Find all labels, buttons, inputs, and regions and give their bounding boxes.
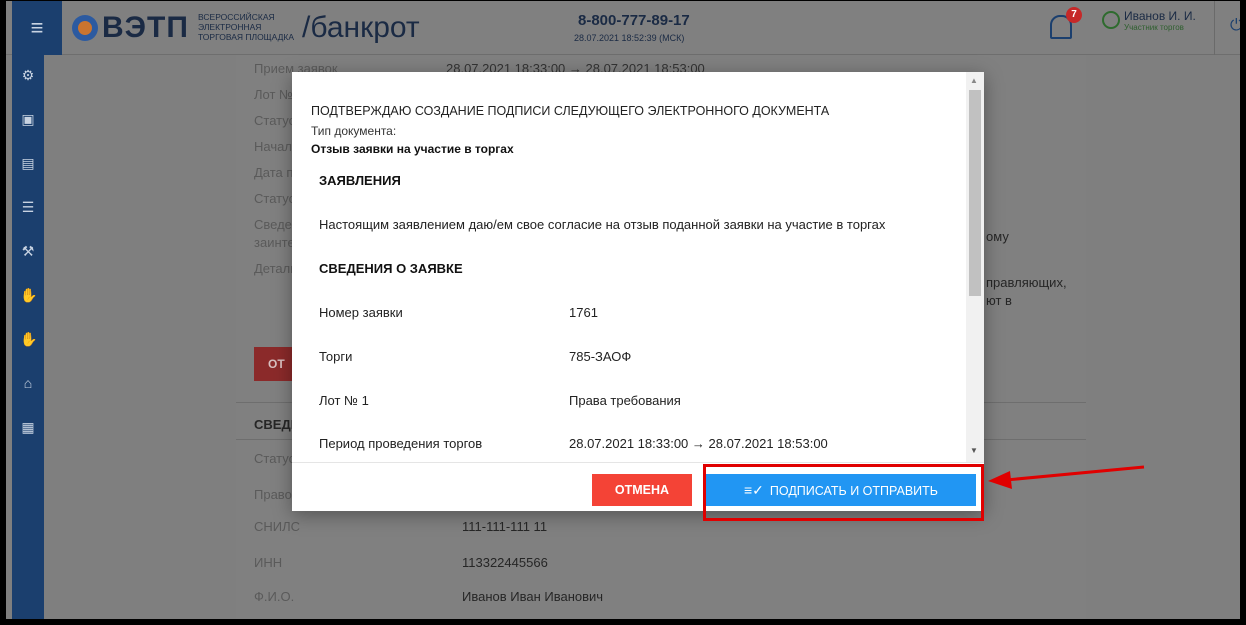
statement-heading: ЗАЯВЛЕНИЯ (319, 173, 401, 188)
logo-text: ВЭТП (102, 11, 189, 44)
row-value: Права требования (569, 393, 681, 408)
row-label: Лот № 1 (319, 393, 369, 408)
user-name[interactable]: Иванов И. И. (1124, 9, 1196, 23)
bg-label: Статус (254, 113, 296, 128)
dialog-body[interactable]: ПОДТВЕРЖДАЮ СОЗДАНИЕ ПОДПИСИ СЛЕДУЮЩЕГО … (292, 72, 984, 462)
menu-icon[interactable]: ≡ (12, 1, 62, 55)
document-icon[interactable]: ▣ (20, 111, 36, 127)
logo-icon (72, 15, 98, 41)
bg-label: Детали (254, 261, 298, 276)
hand-coin-icon[interactable]: ✋ (20, 331, 37, 347)
section-title[interactable]: /банкрот (302, 11, 420, 45)
bg-value: 113322445566 (462, 555, 548, 570)
phone-number: 8-800-777-89-17 (578, 12, 690, 29)
id-card-icon[interactable]: ▦ (20, 419, 36, 435)
bg-label: Сведе (254, 217, 292, 232)
screenshot-frame: ≡ ВЭТП ВСЕРОССИЙСКАЯ ЭЛЕКТРОННАЯ ТОРГОВА… (0, 0, 1246, 625)
bg-label: Лот № (254, 87, 293, 102)
scroll-up-icon[interactable]: ▲ (970, 76, 978, 85)
row-value: 785-ЗАОФ (569, 349, 632, 364)
bg-label: СНИЛС (254, 519, 301, 534)
power-icon[interactable]: ⏻ (1230, 17, 1240, 34)
scroll-down-icon[interactable]: ▼ (970, 446, 978, 455)
sidebar: ⚙ ▣ ▤ ☰ ⚒ ✋ ✋ ⌂ ▦ (12, 55, 44, 619)
scroll-icon[interactable]: ▤ (20, 155, 36, 171)
bg-label: Право (254, 487, 292, 502)
bg-value: ому (986, 229, 1009, 244)
scrollbar-thumb[interactable] (969, 90, 981, 296)
user-role: Участник торгов (1124, 23, 1184, 32)
statement-text: Настоящим заявлением даю/ем свое согласи… (319, 217, 886, 232)
sign-dialog: ПОДТВЕРЖДАЮ СОЗДАНИЕ ПОДПИСИ СЛЕДУЮЩЕГО … (292, 72, 984, 511)
list-icon[interactable]: ☰ (20, 199, 36, 215)
doc-type-label: Тип документа: (311, 124, 397, 138)
bg-label: Дата п (254, 165, 294, 180)
divider (1214, 1, 1215, 55)
bg-label: Ф.И.О. (254, 589, 295, 604)
server-datetime: 28.07.2021 18:52:39 (МСК) (574, 33, 685, 43)
annotation-highlight-box (703, 464, 984, 521)
cancel-button[interactable]: ОТМЕНА (592, 474, 692, 506)
confirm-text: ПОДТВЕРЖДАЮ СОЗДАНИЕ ПОДПИСИ СЛЕДУЮЩЕГО … (311, 104, 830, 118)
bg-label: ИНН (254, 555, 283, 570)
doc-type-value: Отзыв заявки на участие в торгах (311, 142, 514, 156)
annotation-arrow-icon (988, 465, 1145, 489)
notification-badge: 7 (1066, 7, 1082, 23)
row-label: Номер заявки (319, 305, 403, 320)
bg-label: Статус (254, 451, 296, 466)
row-value: 28.07.2021 18:33:00 → 28.07.2021 18:53:0… (569, 436, 828, 451)
bg-label: Статус (254, 191, 296, 206)
bg-value: правляющих, (986, 275, 1067, 290)
hand-icon[interactable]: ✋ (20, 287, 37, 303)
logo-subtitle: ВСЕРОССИЙСКАЯ ЭЛЕКТРОННАЯ ТОРГОВАЯ ПЛОЩА… (198, 12, 294, 42)
bg-value: ют в (986, 293, 1012, 308)
house-icon[interactable]: ⌂ (20, 375, 36, 391)
bg-value: 111-111-111 11 (462, 519, 548, 534)
gear-icon[interactable]: ⚙ (20, 67, 36, 83)
bg-label: заинте (254, 235, 295, 250)
bg-value: Иванов Иван Иванович (462, 589, 604, 604)
top-bar: ≡ ВЭТП ВСЕРОССИЙСКАЯ ЭЛЕКТРОННАЯ ТОРГОВА… (6, 1, 1240, 55)
row-label: Торги (319, 349, 353, 364)
user-icon[interactable] (1102, 11, 1120, 29)
gavel-icon[interactable]: ⚒ (20, 243, 36, 259)
row-label: Период проведения торгов (319, 436, 483, 451)
application-heading: СВЕДЕНИЯ О ЗАЯВКЕ (319, 261, 463, 276)
row-value: 1761 (569, 305, 598, 320)
